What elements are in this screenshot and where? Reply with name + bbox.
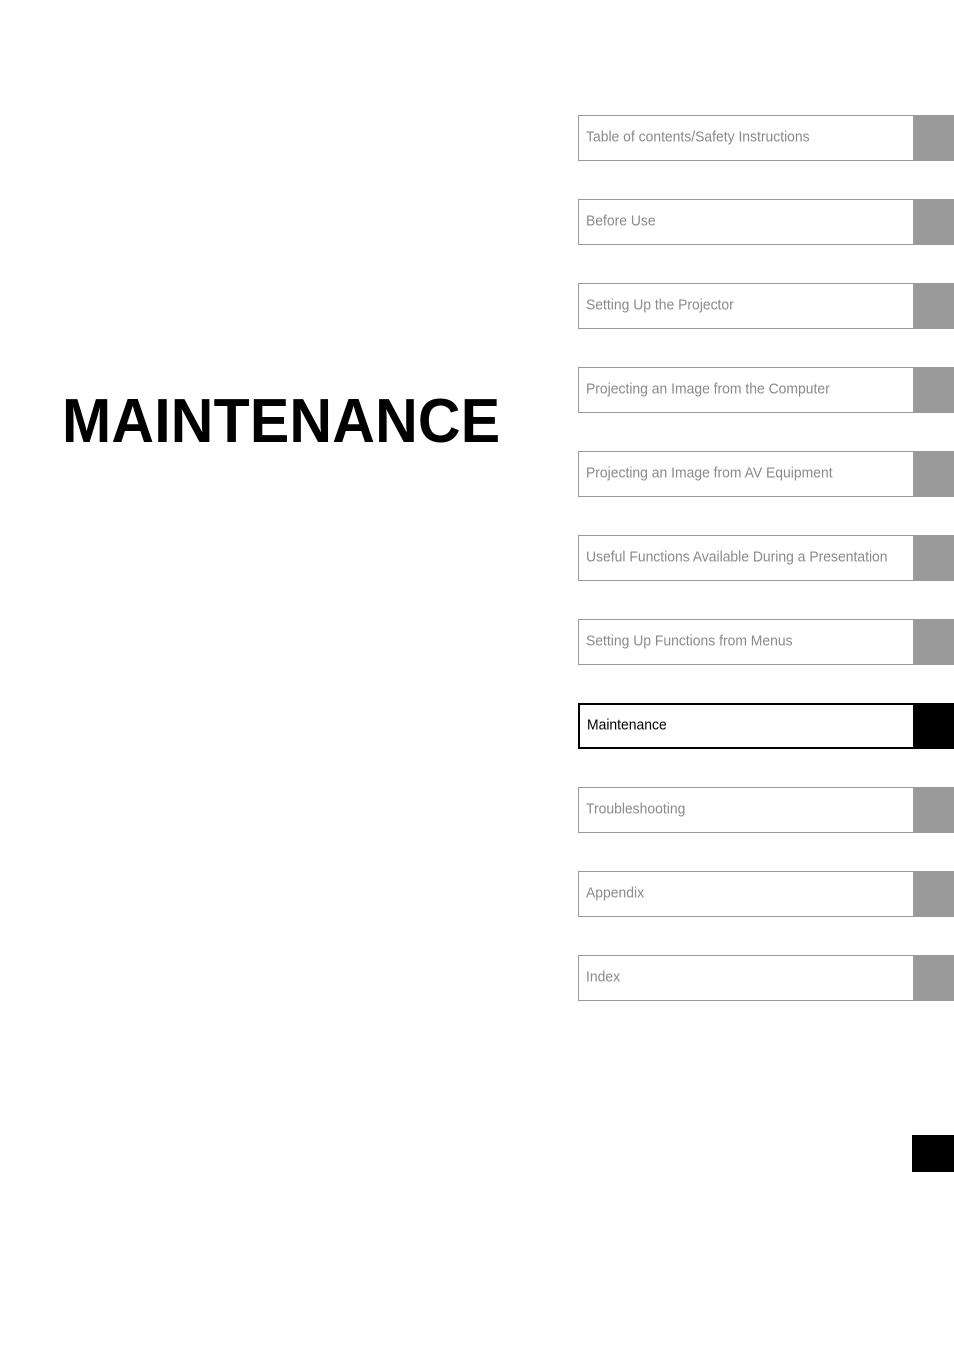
page-edge-tab-block [912,1135,954,1172]
chapter-nav-tab[interactable] [913,367,954,413]
chapter-nav-item-projecting-an-image-from-av-equipment[interactable]: Projecting an Image from AV Equipment [578,451,954,497]
chapter-nav-label-box: Setting Up Functions from Menus [578,619,913,665]
chapter-nav-tab[interactable] [913,451,954,497]
chapter-nav-label-box: Setting Up the Projector [578,283,913,329]
chapter-nav-item-useful-functions-available-during-a-presentation[interactable]: Useful Functions Available During a Pres… [578,535,954,581]
page-title: MAINTENANCE [62,386,501,456]
chapter-nav-item-maintenance[interactable]: Maintenance [578,703,954,749]
chapter-nav-item-before-use[interactable]: Before Use [578,199,954,245]
chapter-nav-label: Setting Up Functions from Menus [586,633,793,650]
chapter-nav-label: Troubleshooting [586,801,686,818]
chapter-nav-item-setting-up-functions-from-menus[interactable]: Setting Up Functions from Menus [578,619,954,665]
chapter-nav-tab[interactable] [913,955,954,1001]
chapter-nav-tab[interactable] [913,283,954,329]
chapter-nav-tab[interactable] [913,619,954,665]
chapter-nav-label-box: Troubleshooting [578,787,913,833]
chapter-nav-label-box: Useful Functions Available During a Pres… [578,535,913,581]
chapter-nav-label-box: Maintenance [578,703,913,749]
chapter-nav-tab[interactable] [913,787,954,833]
chapter-nav-item-index[interactable]: Index [578,955,954,1001]
chapter-nav-label: Maintenance [587,717,667,734]
chapter-nav-label-box: Before Use [578,199,913,245]
chapter-nav-item-table-of-contents-safety-instructions[interactable]: Table of contents/Safety Instructions [578,115,954,161]
chapter-nav-tab-active[interactable] [913,703,954,749]
chapter-nav-label-box: Index [578,955,913,1001]
chapter-nav-tab[interactable] [913,535,954,581]
chapter-nav-label: Before Use [586,213,656,230]
chapter-nav-tab[interactable] [913,871,954,917]
chapter-nav-label: Setting Up the Projector [586,297,734,314]
chapter-nav-label: Useful Functions Available During a Pres… [586,549,888,566]
chapter-nav-tab[interactable] [913,199,954,245]
chapter-nav-label: Index [586,969,621,986]
chapter-nav-label-box: Projecting an Image from AV Equipment [578,451,913,497]
chapter-nav-tab[interactable] [913,115,954,161]
chapter-nav-label-box: Appendix [578,871,913,917]
chapter-nav-label: Appendix [586,885,645,902]
chapter-nav-item-troubleshooting[interactable]: Troubleshooting [578,787,954,833]
chapter-nav-label: Projecting an Image from AV Equipment [586,465,833,482]
chapter-navigation: Table of contents/Safety Instructions Bef… [578,115,954,1001]
chapter-nav-label-box: Table of contents/Safety Instructions [578,115,913,161]
chapter-nav-item-setting-up-the-projector[interactable]: Setting Up the Projector [578,283,954,329]
chapter-nav-item-appendix[interactable]: Appendix [578,871,954,917]
document-page: MAINTENANCE Table of contents/Safety Ins… [0,0,954,1352]
chapter-nav-label: Projecting an Image from the Computer [586,381,830,398]
chapter-nav-label: Table of contents/Safety Instructions [586,129,810,146]
chapter-nav-item-projecting-an-image-from-the-computer[interactable]: Projecting an Image from the Computer [578,367,954,413]
chapter-nav-label-box: Projecting an Image from the Computer [578,367,913,413]
